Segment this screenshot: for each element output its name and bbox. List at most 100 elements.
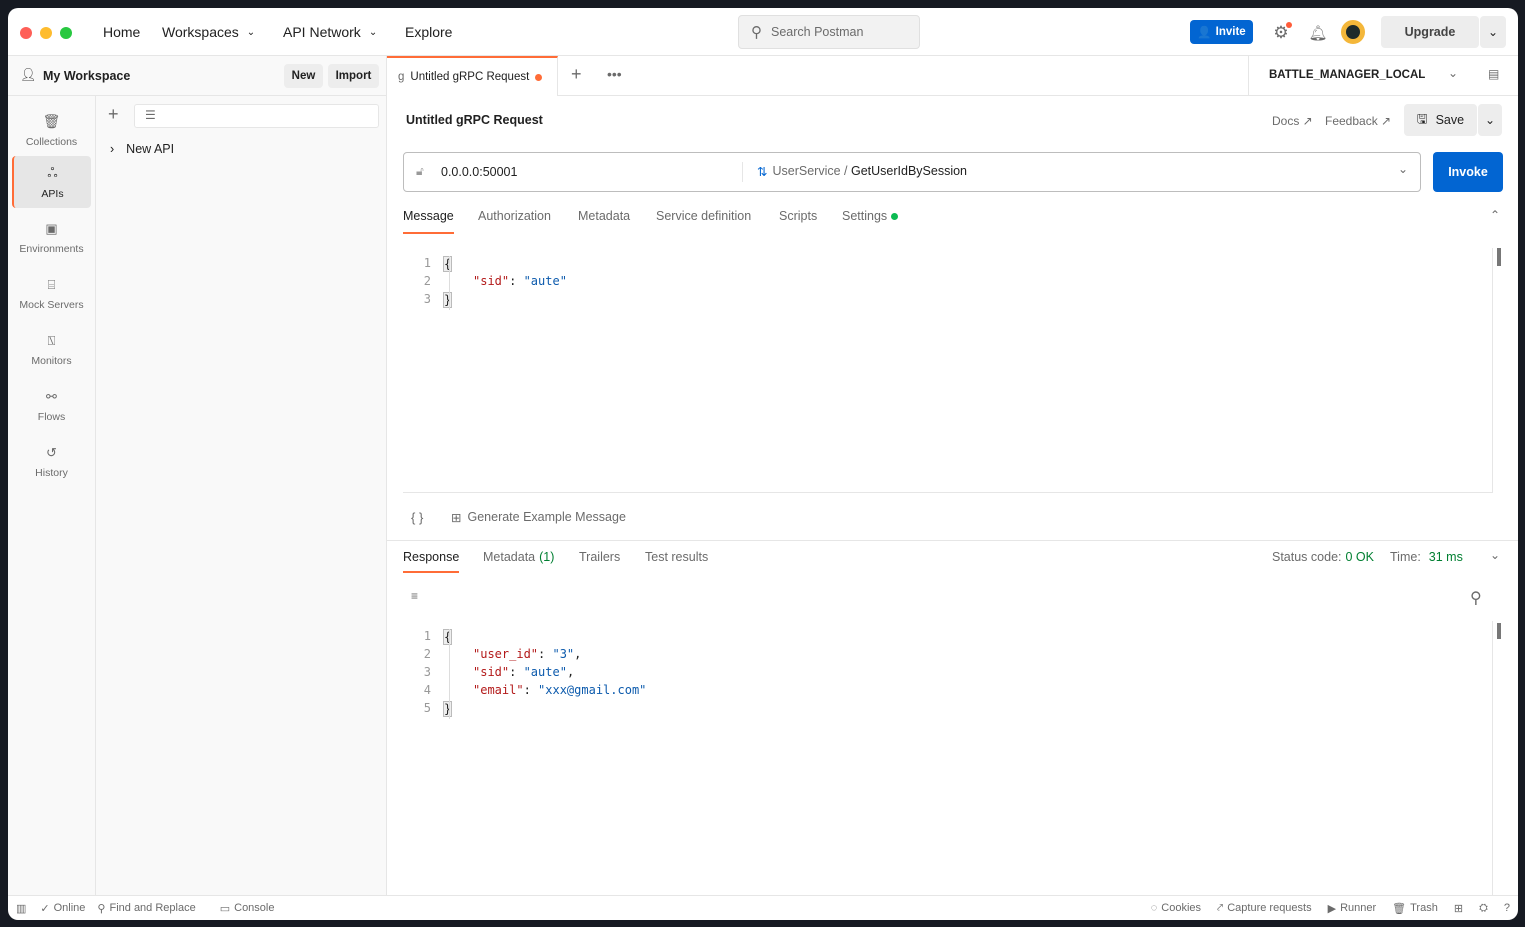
unsaved-dot [535,73,543,81]
runner-icon: ▶ [1327,902,1337,915]
generate-example-button[interactable]: ⊞ Generate Example Message [451,510,626,525]
close-window-button[interactable] [20,27,32,39]
sidebar-item-monitors[interactable]: ⍂ Monitors [12,324,91,376]
invite-button[interactable]: 👤 Invite [1190,20,1253,44]
json-key: "email" [473,683,524,697]
sidebar-item-label: Monitors [31,355,72,367]
sidebar-item-environments[interactable]: ▣ Environments [12,212,91,264]
json-comma: , [566,665,575,679]
avatar[interactable] [1341,20,1365,44]
sidebar-item-collections[interactable]: 🗑︎ Collections [12,104,91,156]
tree-item-new-api[interactable]: › New API [110,142,174,156]
search-input[interactable]: ⚲ Search Postman [738,15,920,49]
tab-service-definition[interactable]: Service definition [656,209,751,223]
console-button[interactable]: ▭ Console [220,902,275,915]
upgrade-dropdown-button[interactable]: ⌄ [1480,16,1506,48]
message-editor[interactable]: 1{2 "sid": "aute" 3} [403,248,1493,493]
save-button[interactable]: 🖫 Save [1404,104,1477,136]
line-number: 3 [423,665,431,679]
tab-metadata[interactable]: Metadata [578,209,630,223]
scrollbar[interactable] [1497,623,1501,639]
environment-selector[interactable]: BATTLE_MANAGER_LOCAL ⌄ ▤ [1248,56,1518,96]
chevron-right-icon: › [110,142,115,156]
indent-guide [449,629,450,719]
json-value: "xxx@gmail.com" [538,683,647,697]
sidebar-item-flows[interactable]: ⚯ Flows [12,380,91,432]
unlocked-icon: 🔓︎ [416,164,424,178]
method-selector[interactable]: ⇅ UserService / GetUserIdBySession [757,164,967,179]
minimize-window-button[interactable] [40,27,52,39]
tab-authorization[interactable]: Authorization [478,209,551,223]
import-button[interactable]: Import [328,64,379,88]
docs-link[interactable]: Docs ↗ [1272,114,1313,128]
feedback-link[interactable]: Feedback ↗ [1325,114,1391,128]
line-number: 1 [423,629,431,643]
request-title: Untitled gRPC Request [406,113,543,127]
tab-message[interactable]: Message [403,209,454,223]
nav-api-network[interactable]: API Network ⌄ [283,8,377,56]
json-key: "sid" [473,274,510,288]
cookies-label: Cookies [1161,902,1202,914]
tab-settings[interactable]: Settings [842,209,899,223]
sidebar-item-apis[interactable]: ஃ APIs [12,156,91,208]
nav-label: Explore [405,24,453,40]
trash-icon: 🗑︎ [1392,902,1407,915]
layout-icon[interactable]: ⊞ [1454,902,1463,915]
console-label: Console [234,902,275,914]
maximize-window-button[interactable] [60,27,72,39]
scrollbar[interactable] [1497,248,1501,266]
tab-scripts[interactable]: Scripts [779,209,817,223]
nav-workspaces[interactable]: Workspaces ⌄ [162,8,255,56]
nav-label: Workspaces [162,24,239,40]
tab-response-metadata[interactable]: Metadata (1) [483,550,554,564]
environment-quick-look-icon[interactable]: ▤ [1488,67,1499,81]
wrap-lines-icon[interactable]: ≡ [411,589,418,603]
runner-button[interactable]: ▶ Runner [1328,902,1377,915]
chevron-down-icon[interactable]: ⌄ [1398,162,1408,176]
capture-requests-button[interactable]: ⤤ Capture requests [1217,902,1312,915]
code-line: 1{ [403,256,1492,274]
chevron-down-icon: ⌄ [1484,113,1496,127]
sidebar-item-label: Environments [19,243,84,255]
add-icon[interactable]: + [108,104,119,125]
format-braces-button[interactable]: { } [411,510,423,525]
toggle-sidebar-icon[interactable]: ▥ [16,902,26,915]
new-tab-button[interactable]: + [571,64,582,85]
help-icon[interactable]: ? [1504,902,1510,914]
new-button[interactable]: New [284,64,323,88]
code-line: 5} [403,701,1492,719]
invite-label: Invite [1215,26,1246,38]
settings-gear-icon[interactable]: ⚙ [1270,22,1292,44]
more-options-icon[interactable]: ••• [607,66,622,82]
nav-home[interactable]: Home [103,8,140,56]
search-placeholder: Search Postman [771,25,864,39]
save-dropdown-button[interactable]: ⌄ [1478,104,1502,136]
tab-test-results[interactable]: Test results [645,550,708,564]
tab-trailers[interactable]: Trailers [579,550,620,564]
collapse-icon[interactable]: ⌃ [1490,208,1500,222]
online-status[interactable]: ✓ Online [40,902,85,915]
url-input[interactable]: 0.0.0.0:50001 [441,165,517,179]
chevron-down-icon: ⌄ [1448,66,1459,80]
tab-untitled-grpc-request[interactable]: g Untitled gRPC Request [387,56,558,96]
vault-icon[interactable]: ⛭ [1479,902,1488,915]
status-label: Status code: [1272,550,1342,564]
trash-button[interactable]: 🗑︎ Trash [1392,902,1438,915]
cookies-button[interactable]: ◌ Cookies [1151,902,1201,914]
nav-label: API Network [283,24,361,40]
line-number: 2 [423,647,431,661]
code-line: 2 "sid": "aute" [403,274,1492,292]
search-icon[interactable]: ⚲ [1470,588,1482,608]
upgrade-button[interactable]: Upgrade [1381,16,1479,48]
find-replace-button[interactable]: ⚲ Find and Replace [97,902,195,915]
chevron-down-icon[interactable]: ⌄ [1490,548,1500,562]
monitor-icon: ⍂ [47,333,56,348]
sidebar-item-history[interactable]: ↺ History [12,436,91,488]
response-body: 1{2 "user_id": "3", 3 "sid": "aute", 4 "email… [403,621,1493,895]
nav-explore[interactable]: Explore [405,8,452,56]
sidebar-item-mock-servers[interactable]: ⌸ Mock Servers [12,268,91,320]
tab-response[interactable]: Response [403,550,459,564]
invoke-button[interactable]: Invoke [1433,152,1503,192]
bell-icon[interactable]: 🔔︎ [1307,22,1329,44]
filter-input[interactable]: ☰ [134,104,379,128]
